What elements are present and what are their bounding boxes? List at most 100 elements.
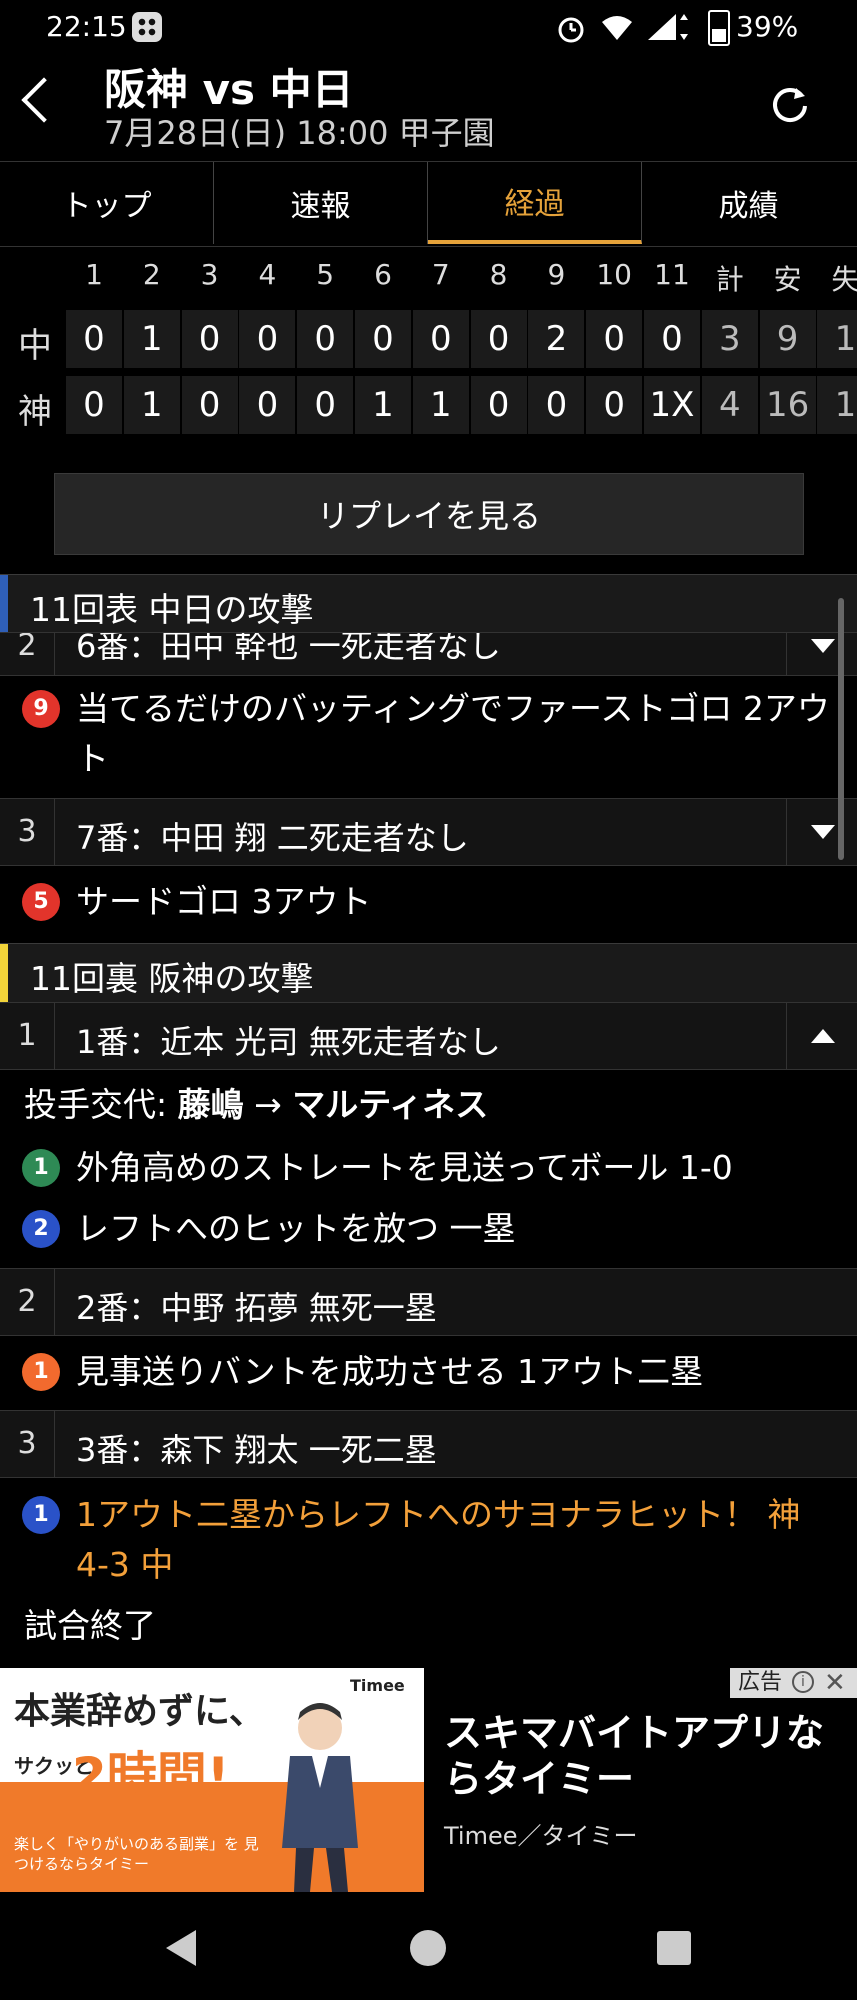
- scoreboard-column-header: 4: [258, 258, 277, 291]
- scoreboard-column-header: 3: [200, 258, 219, 291]
- ad-label-text: 広告: [738, 1670, 783, 1695]
- game-info: 7月28日(日) 18:00 甲子園: [104, 114, 495, 152]
- ad-image-note: 楽しく「やりがいのある副業」を 見つけるならタイミー: [14, 1835, 259, 1873]
- tab-live[interactable]: 速報: [214, 162, 428, 244]
- batter-row[interactable]: 1 1番：近本 光司 無死走者なし: [0, 1002, 857, 1070]
- score-cell: 1: [817, 310, 857, 368]
- ad-advertiser: Timee／タイミー: [444, 1822, 638, 1850]
- pitch-count-badge: 5: [22, 883, 60, 921]
- scoreboard-column-header: 失: [831, 263, 857, 296]
- game-header: 阪神 vs 中日 7月28日(日) 18:00 甲子園: [0, 56, 857, 161]
- batter-order: 3: [0, 799, 55, 865]
- score-cell: 0: [586, 376, 643, 434]
- scoreboard-column-header: 7: [431, 258, 450, 291]
- score-cell: 0: [470, 376, 527, 434]
- battery-icon: [708, 10, 730, 46]
- pitch-count-badge: 1: [22, 1149, 60, 1187]
- scoreboard-column-header: 8: [489, 258, 508, 291]
- close-icon[interactable]: ✕: [824, 1668, 846, 1698]
- ad-banner[interactable]: 本業辞めずに、 サクッと 2時間! 楽しく「やりがいのある副業」を 見つけるなら…: [0, 1668, 857, 1892]
- pitching-change-label: 投手交代:: [24, 1085, 168, 1124]
- scoreboard-column-header: 6: [374, 258, 392, 291]
- replay-button[interactable]: リプレイを見る: [54, 473, 804, 555]
- score-cell: 0: [239, 310, 296, 368]
- score-cell: 3: [701, 310, 758, 368]
- pitch-count-badge: 2: [22, 1210, 60, 1248]
- alarm-icon: [558, 17, 584, 43]
- home-nav-icon[interactable]: [408, 1928, 448, 1968]
- inning-color-bar: [0, 944, 8, 1002]
- ad-headline[interactable]: スキマバイトアプリならタイミー: [444, 1710, 844, 1802]
- refresh-icon[interactable]: [770, 84, 810, 124]
- expand-toggle[interactable]: [786, 633, 857, 675]
- inning-color-bar: [0, 575, 8, 633]
- score-cell: 0: [470, 310, 527, 368]
- game-end-text: 試合終了: [24, 1606, 156, 1645]
- wifi-icon: [602, 16, 632, 40]
- pitch-count-badge: 1: [22, 1353, 60, 1391]
- expand-toggle[interactable]: [786, 799, 857, 865]
- play-text: サードゴロ 3アウト: [76, 882, 372, 921]
- score-cell: 0: [239, 376, 296, 434]
- person-illustration-icon: [282, 1703, 358, 1892]
- back-nav-icon[interactable]: [162, 1928, 198, 1968]
- score-cell: 0: [644, 310, 700, 368]
- tab-stats[interactable]: 成績: [642, 162, 855, 244]
- tab-bar: トップ 速報 経過 成績: [0, 161, 857, 247]
- battery-percent: 39%: [736, 10, 799, 43]
- ad-image-line1: 本業辞めずに、: [14, 1691, 265, 1732]
- score-cell: 1: [412, 376, 469, 434]
- batter-row-partial[interactable]: 2 6番：田中 幹也 一死走者なし: [0, 632, 857, 676]
- team-label: 中: [18, 326, 52, 366]
- score-cell: 0: [181, 376, 238, 434]
- batter-order: 2: [0, 1269, 55, 1335]
- inning-header-top: 11回表 中日の攻撃: [0, 574, 857, 634]
- status-time: 22:15: [46, 10, 127, 43]
- batter-row[interactable]: 3 7番：中田 翔 二死走者なし: [0, 798, 857, 866]
- score-cell: 1: [123, 310, 180, 368]
- batter-row[interactable]: 2 2番：中野 拓夢 無死一塁: [0, 1268, 857, 1336]
- batter-order: 2: [0, 633, 55, 675]
- batter-text: 1番：近本 光司 無死走者なし: [76, 1023, 501, 1061]
- back-arrow-icon[interactable]: [21, 77, 67, 123]
- inning-header-bottom: 11回裏 阪神の攻撃: [0, 943, 857, 1003]
- inning-title: 11回表 中日の攻撃: [30, 590, 314, 629]
- scoreboard: 1 2 3 4 5 6 7 8 9 10 11 計安失 中01000000200391神0100011…: [0, 250, 857, 440]
- score-cell: 0: [528, 376, 585, 434]
- scoreboard-column-header: 計: [715, 263, 744, 296]
- chevron-down-icon: [811, 825, 835, 839]
- score-cell: 2: [528, 310, 585, 368]
- score-cell: 1: [355, 376, 411, 434]
- batter-text: 6番：田中 幹也 一死走者なし: [76, 632, 501, 665]
- play-text: 当てるだけのバッティングでファーストゴロ 2アウト: [76, 689, 830, 778]
- score-cell: 1: [123, 376, 180, 434]
- score-cell: 1X: [644, 376, 700, 434]
- team-label: 神: [18, 392, 52, 432]
- batter-text: 7番：中田 翔 二死走者なし: [76, 819, 469, 857]
- scrollbar[interactable]: [838, 598, 844, 860]
- scoreboard-column-header: 10: [596, 258, 632, 291]
- collapse-toggle[interactable]: [786, 1003, 857, 1069]
- scoreboard-column-header: 5: [316, 258, 335, 291]
- pitcher-in: マルティネス: [292, 1085, 489, 1124]
- recents-nav-icon[interactable]: [656, 1930, 692, 1966]
- score-cell: 0: [412, 310, 469, 368]
- score-cell: 0: [66, 310, 122, 368]
- inning-title: 11回裏 阪神の攻撃: [30, 959, 314, 998]
- signal-icon: [648, 14, 688, 40]
- score-cell: 0: [66, 376, 122, 434]
- ad-image[interactable]: 本業辞めずに、 サクッと 2時間! 楽しく「やりがいのある副業」を 見つけるなら…: [0, 1668, 424, 1892]
- score-cell: 0: [181, 310, 238, 368]
- ad-image-brand: Timee: [350, 1676, 405, 1695]
- score-cell: 0: [355, 310, 411, 368]
- batter-row[interactable]: 3 3番：森下 翔太 一死二塁: [0, 1410, 857, 1478]
- play-text: 見事送りバントを成功させる 1アウト二塁: [76, 1352, 704, 1391]
- pitch-count-badge: 1: [22, 1496, 60, 1534]
- chevron-up-icon: [811, 1029, 835, 1043]
- tab-progress[interactable]: 経過: [428, 162, 642, 244]
- tab-top[interactable]: トップ: [0, 162, 214, 244]
- ad-label[interactable]: 広告 i ✕: [730, 1668, 857, 1698]
- batter-text: 2番：中野 拓夢 無死一塁: [76, 1289, 437, 1327]
- info-icon[interactable]: i: [792, 1671, 814, 1693]
- scoreboard-column-header: 1: [85, 258, 103, 291]
